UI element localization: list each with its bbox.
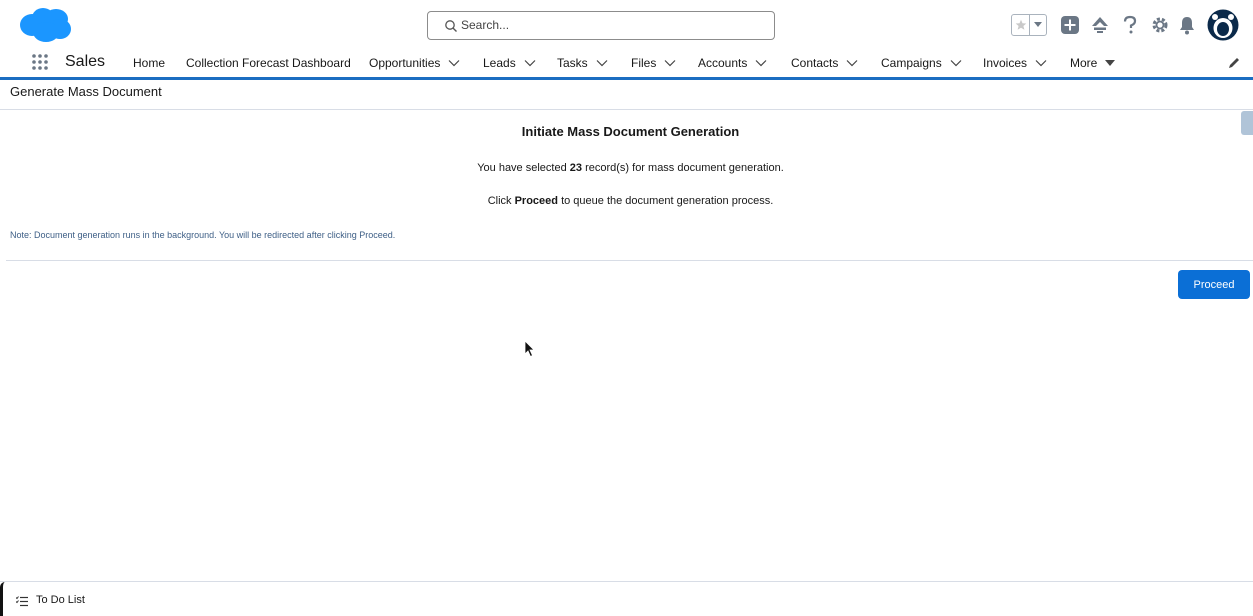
app-name: Sales (65, 53, 106, 70)
nav-item-collection-forecast-dashboard[interactable]: Collection Forecast Dashboard (186, 56, 351, 70)
notifications-bell-icon[interactable] (1178, 15, 1196, 35)
chevron-down-icon[interactable] (846, 59, 858, 67)
salesforce-logo[interactable] (18, 6, 72, 44)
global-header: Search... (0, 0, 1253, 48)
utility-bar: To Do List (0, 581, 1253, 616)
nav-item-label: Files (631, 56, 657, 70)
global-actions-icon[interactable] (1060, 15, 1080, 35)
chevron-down-icon[interactable] (1035, 59, 1047, 67)
nav-item-label: Opportunities (369, 56, 441, 70)
nav-item-files[interactable]: Files (631, 56, 676, 70)
nav-item-label: Tasks (557, 56, 588, 70)
nav-item-label: More (1070, 56, 1098, 70)
setup-gear-icon[interactable] (1150, 15, 1170, 35)
click-prefix: Click (487, 195, 515, 207)
trailhead-icon[interactable] (1090, 15, 1110, 35)
nav-item-opportunities[interactable]: Opportunities (369, 56, 460, 70)
nav-item-more[interactable]: More (1070, 56, 1116, 70)
selected-prefix: You have selected (477, 162, 570, 174)
chevron-down-icon[interactable] (950, 59, 962, 67)
proceed-button[interactable]: Proceed (1178, 270, 1250, 299)
mouse-cursor-icon (524, 340, 535, 358)
nav-item-home[interactable]: Home (133, 56, 165, 70)
nav-item-label: Invoices (983, 56, 1028, 70)
nav-item-label: Campaigns (881, 56, 942, 70)
nav-item-contacts[interactable]: Contacts (791, 56, 858, 70)
star-icon[interactable] (1012, 15, 1030, 35)
nav-item-campaigns[interactable]: Campaigns (881, 56, 962, 70)
todo-list-icon[interactable] (16, 596, 28, 607)
search-icon (445, 20, 457, 32)
nav-item-tasks[interactable]: Tasks (557, 56, 608, 70)
chevron-down-icon[interactable] (596, 59, 608, 67)
selected-count: 23 (569, 162, 583, 174)
background-note: Note: Document generation runs in the ba… (10, 230, 396, 240)
chevron-down-icon[interactable] (664, 59, 676, 67)
search-placeholder: Search... (461, 18, 510, 32)
window-edge (0, 582, 5, 616)
caret-down-icon[interactable] (1105, 59, 1116, 67)
selected-suffix: record(s) for mass document generation. (582, 162, 784, 174)
page-title: Generate Mass Document (10, 84, 162, 99)
app-launcher-icon[interactable] (31, 53, 49, 71)
favorites-button[interactable] (1011, 14, 1047, 36)
chevron-down-icon[interactable] (448, 59, 460, 67)
app-navigation-bar: Sales Home Collection Forecast Dashboard… (0, 48, 1253, 80)
page-header: Generate Mass Document (0, 83, 1253, 110)
nav-item-label: Contacts (791, 56, 839, 70)
chevron-down-icon[interactable] (755, 59, 767, 67)
nav-item-accounts[interactable]: Accounts (698, 56, 767, 70)
edit-nav-pencil-icon[interactable] (1228, 57, 1240, 69)
chevron-down-icon[interactable] (524, 59, 536, 67)
favorites-menu-icon[interactable] (1030, 15, 1046, 35)
selected-records-message: You have selected 23 record(s) for mass … (0, 162, 1253, 174)
user-avatar[interactable] (1207, 9, 1239, 41)
proceed-instruction: Click Proceed to queue the document gene… (0, 195, 1253, 207)
nav-item-leads[interactable]: Leads (483, 56, 536, 70)
global-search[interactable]: Search... (427, 11, 775, 40)
content-heading: Initiate Mass Document Generation (521, 124, 740, 139)
click-bold: Proceed (514, 195, 559, 207)
nav-item-label: Accounts (698, 56, 748, 70)
click-suffix: to queue the document generation process… (558, 195, 774, 207)
nav-item-invoices[interactable]: Invoices (983, 56, 1047, 70)
content-divider (6, 260, 1253, 261)
nav-item-label: Leads (483, 56, 516, 70)
todo-list-label[interactable]: To Do List (36, 594, 85, 606)
nav-item-label: Home (133, 56, 166, 70)
nav-item-label: Collection Forecast Dashboard (186, 56, 351, 70)
help-icon[interactable] (1122, 15, 1138, 35)
